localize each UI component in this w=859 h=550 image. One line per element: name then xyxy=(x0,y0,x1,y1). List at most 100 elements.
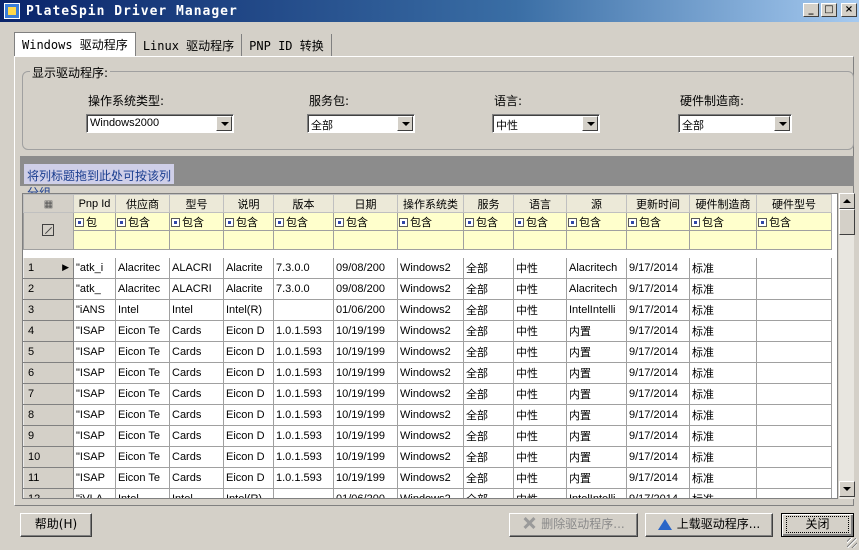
row-number[interactable]: 2 xyxy=(23,278,74,300)
filter-cell[interactable]: 包含 xyxy=(169,212,224,231)
table-cell[interactable]: 中性 xyxy=(513,425,567,447)
delete-driver-button[interactable]: 删除驱动程序... xyxy=(509,513,638,537)
table-cell[interactable] xyxy=(756,446,832,468)
table-cell[interactable]: Alacritec xyxy=(115,257,170,279)
table-cell[interactable]: 中性 xyxy=(513,278,567,300)
table-cell[interactable]: Cards xyxy=(169,467,224,489)
table-cell[interactable]: 内置 xyxy=(566,425,627,447)
chevron-down-icon[interactable] xyxy=(216,116,232,131)
table-cell[interactable] xyxy=(756,299,832,321)
table-cell[interactable]: Cards xyxy=(169,341,224,363)
filter-input[interactable] xyxy=(333,230,398,250)
table-cell[interactable]: "atk_ xyxy=(73,278,116,300)
filter-input[interactable] xyxy=(73,230,116,250)
table-cell[interactable]: Intel xyxy=(169,488,224,498)
table-cell[interactable]: Eicon D xyxy=(223,320,274,342)
table-cell[interactable]: 标准 xyxy=(689,362,757,384)
filter-input[interactable] xyxy=(513,230,567,250)
table-cell[interactable]: IntelIntelli xyxy=(566,299,627,321)
table-cell[interactable]: 中性 xyxy=(513,488,567,498)
table-cell[interactable]: "ISAP xyxy=(73,362,116,384)
column-header[interactable]: 硬件制造商 xyxy=(689,194,757,213)
table-cell[interactable]: 中性 xyxy=(513,341,567,363)
filter-cell[interactable]: 包含 xyxy=(626,212,690,231)
column-header[interactable]: 型号 xyxy=(169,194,224,213)
table-cell[interactable]: 1.0.1.593 xyxy=(273,341,334,363)
clear-filter-icon[interactable] xyxy=(23,212,74,250)
table-cell[interactable] xyxy=(756,404,832,426)
table-cell[interactable]: "ISAP xyxy=(73,467,116,489)
table-cell[interactable]: "ISAP xyxy=(73,383,116,405)
filter-input[interactable] xyxy=(397,230,464,250)
table-cell[interactable]: "ISAP xyxy=(73,341,116,363)
checkbox-icon[interactable] xyxy=(515,217,524,227)
checkbox-icon[interactable] xyxy=(75,217,84,227)
row-number[interactable]: 5 xyxy=(23,341,74,363)
table-cell[interactable] xyxy=(756,383,832,405)
table-row[interactable]: 4 "ISAP Eicon Te Cards Eicon D 1.0.1.593 10/19… xyxy=(23,320,832,342)
checkbox-icon[interactable] xyxy=(691,217,700,227)
os-type-select[interactable]: Windows2000 xyxy=(86,114,234,133)
table-cell[interactable]: 1.0.1.593 xyxy=(273,467,334,489)
language-select[interactable]: 中性 xyxy=(492,114,600,133)
checkbox-icon[interactable] xyxy=(399,217,408,227)
table-cell[interactable]: Eicon D xyxy=(223,362,274,384)
vertical-scrollbar[interactable] xyxy=(838,193,855,499)
filter-input[interactable] xyxy=(115,230,170,250)
table-cell[interactable]: 标准 xyxy=(689,257,757,279)
minimize-button[interactable]: _ xyxy=(803,3,819,17)
table-cell[interactable]: 10/19/199 xyxy=(333,404,398,426)
table-cell[interactable]: 1.0.1.593 xyxy=(273,320,334,342)
filter-input[interactable] xyxy=(169,230,224,250)
table-cell[interactable]: 1.0.1.593 xyxy=(273,383,334,405)
chevron-down-icon[interactable] xyxy=(397,116,413,131)
row-number[interactable]: 12 xyxy=(23,488,74,498)
table-cell[interactable]: 标准 xyxy=(689,446,757,468)
table-cell[interactable] xyxy=(273,299,334,321)
table-row[interactable]: 8 "ISAP Eicon Te Cards Eicon D 1.0.1.593 10/19… xyxy=(23,404,832,426)
table-cell[interactable]: 01/06/200 xyxy=(333,488,398,498)
table-cell[interactable]: Eicon Te xyxy=(115,446,170,468)
table-cell[interactable]: Windows2 xyxy=(397,488,464,498)
table-cell[interactable]: 标准 xyxy=(689,404,757,426)
table-cell[interactable]: Windows2 xyxy=(397,446,464,468)
table-cell[interactable]: 全部 xyxy=(463,383,514,405)
table-cell[interactable]: Windows2 xyxy=(397,383,464,405)
table-row[interactable]: 6 "ISAP Eicon Te Cards Eicon D 1.0.1.593 10/19… xyxy=(23,362,832,384)
table-row[interactable]: 3 "iANS Intel Intel Intel(R) 01/06/200 Windows… xyxy=(23,299,832,321)
filter-cell[interactable]: 包含 xyxy=(689,212,757,231)
table-cell[interactable]: 10/19/199 xyxy=(333,383,398,405)
table-cell[interactable]: 标准 xyxy=(689,467,757,489)
table-row[interactable]: 11 "ISAP Eicon Te Cards Eicon D 1.0.1.593 10/1… xyxy=(23,467,832,489)
manufacturer-select[interactable]: 全部 xyxy=(678,114,792,133)
column-header[interactable]: 操作系统类 xyxy=(397,194,464,213)
table-row[interactable]: 1 ▶ "atk_i Alacritec ALACRI Alacrite 7.3.0.0 09… xyxy=(23,257,832,279)
row-number[interactable]: 11 xyxy=(23,467,74,489)
table-cell[interactable]: Alacritech xyxy=(566,257,627,279)
column-header[interactable]: Pnp Id xyxy=(73,194,116,213)
table-cell[interactable]: Eicon D xyxy=(223,383,274,405)
table-cell[interactable]: Alacritech xyxy=(566,278,627,300)
table-cell[interactable]: 标准 xyxy=(689,278,757,300)
table-cell[interactable]: Eicon D xyxy=(223,467,274,489)
table-cell[interactable]: Cards xyxy=(169,320,224,342)
table-cell[interactable]: 标准 xyxy=(689,425,757,447)
table-cell[interactable]: 10/19/199 xyxy=(333,425,398,447)
table-row[interactable]: 9 "ISAP Eicon Te Cards Eicon D 1.0.1.593 10/19… xyxy=(23,425,832,447)
table-cell[interactable] xyxy=(756,257,832,279)
filter-cell[interactable]: 包含 xyxy=(273,212,334,231)
table-cell[interactable]: 中性 xyxy=(513,404,567,426)
filter-input[interactable] xyxy=(756,230,832,250)
table-cell[interactable]: Alacrite xyxy=(223,257,274,279)
table-cell[interactable]: 9/17/2014 xyxy=(626,446,690,468)
table-cell[interactable]: 9/17/2014 xyxy=(626,362,690,384)
table-cell[interactable]: 中性 xyxy=(513,467,567,489)
scroll-down-icon[interactable] xyxy=(839,481,855,497)
table-cell[interactable]: 标准 xyxy=(689,320,757,342)
table-cell[interactable]: 全部 xyxy=(463,446,514,468)
table-cell[interactable]: 9/17/2014 xyxy=(626,488,690,498)
filter-input[interactable] xyxy=(626,230,690,250)
table-cell[interactable]: 内置 xyxy=(566,383,627,405)
table-cell[interactable]: 9/17/2014 xyxy=(626,425,690,447)
table-cell[interactable] xyxy=(756,467,832,489)
